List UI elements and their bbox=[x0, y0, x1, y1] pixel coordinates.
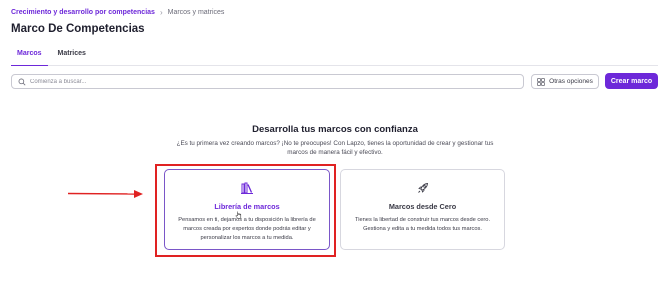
grid-icon bbox=[537, 77, 545, 86]
other-options-label: Otras opciones bbox=[549, 78, 593, 85]
annotation-arrow bbox=[68, 190, 143, 198]
page-title: Marco De Competencias bbox=[11, 23, 145, 35]
card-title: Marcos desde Cero bbox=[388, 202, 457, 211]
breadcrumb-current: Marcos y matrices bbox=[167, 8, 225, 16]
tab-bar: Marcos Matrices bbox=[11, 48, 658, 66]
mouse-cursor-icon bbox=[235, 211, 242, 219]
library-frameworks-card[interactable]: Librería de marcos Pensamos en ti, dejam… bbox=[164, 169, 330, 250]
search-input[interactable] bbox=[30, 78, 510, 85]
tab-marcos[interactable]: Marcos bbox=[11, 48, 48, 66]
card-description: Tienes la libertad de construir tus marc… bbox=[354, 217, 491, 232]
intro-headline: Desarrolla tus marcos con confianza bbox=[252, 124, 418, 135]
card-description: Pensamos en ti, dejamos a tu disposición… bbox=[178, 217, 316, 241]
breadcrumb-link-parent[interactable]: Crecimiento y desarrollo por competencia… bbox=[11, 9, 155, 16]
library-books-icon bbox=[241, 182, 253, 194]
breadcrumb: Crecimiento y desarrollo por competencia… bbox=[11, 7, 224, 17]
search-icon bbox=[18, 78, 26, 85]
intro-subtext: ¿Es tu primera vez creando marcos? ¡No t… bbox=[176, 140, 494, 156]
create-framework-button[interactable]: Crear marco bbox=[605, 73, 658, 89]
rocket-icon bbox=[417, 183, 428, 193]
search-box[interactable] bbox=[11, 74, 524, 89]
from-scratch-card[interactable]: Marcos desde Cero Tienes la libertad de … bbox=[340, 169, 505, 250]
other-options-button[interactable]: Otras opciones bbox=[531, 74, 599, 89]
card-title: Librería de marcos bbox=[214, 202, 280, 211]
chevron-right-icon: › bbox=[159, 7, 163, 17]
tab-matrices[interactable]: Matrices bbox=[52, 48, 92, 66]
